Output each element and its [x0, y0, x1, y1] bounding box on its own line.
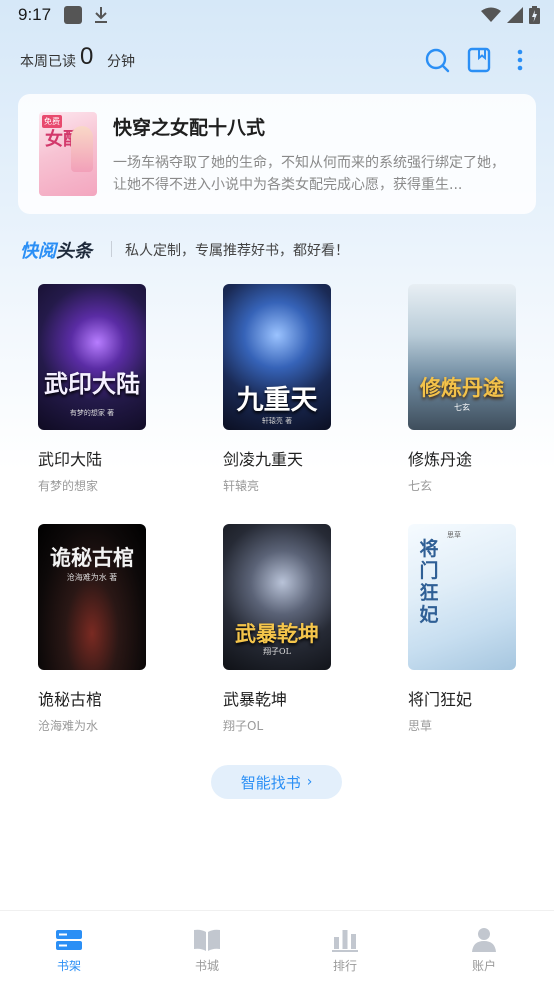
book-icon[interactable]: [466, 47, 492, 73]
user-icon: [472, 928, 496, 952]
app-square-icon: [64, 6, 82, 24]
featured-book-title: 快穿之女配十八式: [113, 117, 266, 139]
bottom-nav: 书架 书城 排行 账户: [0, 910, 554, 985]
book-author: 轩辕亮: [223, 479, 260, 493]
open-book-icon: [194, 929, 220, 951]
headline-brand-part1: 快阅: [20, 241, 56, 262]
smart-find-book-button[interactable]: 智能找书 ›: [211, 765, 342, 799]
cover-author: 七玄: [454, 403, 470, 412]
bar-chart-icon: [332, 930, 358, 952]
book-cover: 九重天 轩辕亮 著: [223, 284, 331, 430]
featured-book-cover: 免费 女配: [39, 112, 97, 196]
cover-title: 将门狂妃: [419, 538, 439, 626]
book-author: 沧海难为水: [38, 719, 99, 733]
nav-label: 书城: [194, 959, 219, 973]
book-title: 将门狂妃: [408, 690, 473, 709]
book-cover: 诡秘古棺 沧海难为水 著: [38, 524, 146, 670]
headline-bar: 快阅头条 私人定制，专属推荐好书，都好看！: [20, 236, 540, 262]
cover-author: 有梦的想家 著: [69, 409, 115, 417]
cover-illustration: [71, 126, 93, 172]
nav-bookshelf[interactable]: 书架: [0, 911, 138, 985]
book-author: 七玄: [408, 479, 433, 493]
book-title: 武印大陆: [38, 450, 103, 469]
weekly-reading-value: 0: [80, 43, 94, 70]
battery-charging-icon: [529, 6, 540, 24]
weekly-reading-unit: 分钟: [107, 54, 135, 70]
cover-author: 翔子OL: [263, 647, 291, 656]
book-cover: 修炼丹途 七玄: [408, 284, 516, 430]
chevron-right-icon: ›: [306, 774, 313, 790]
book-card[interactable]: 修炼丹途 七玄 修炼丹途 七玄: [408, 284, 554, 504]
nav-label: 排行: [332, 959, 357, 973]
more-vertical-icon[interactable]: [507, 47, 533, 73]
cover-title: 九重天: [236, 385, 318, 416]
nav-ranking[interactable]: 排行: [276, 911, 414, 985]
cover-title: 武印大陆: [44, 369, 140, 398]
headline-brand-part2: 头条: [56, 241, 92, 262]
book-author: 思草: [408, 719, 433, 733]
cover-author: 轩辕亮 著: [261, 417, 293, 425]
book-cover: 武暴乾坤 翔子OL: [223, 524, 331, 670]
featured-book-description: 一场车祸夺取了她的生命，不知从何而来的系统强行绑定了她，让她不得不进入小说中为各…: [113, 155, 505, 193]
bookshelf-icon: [56, 930, 82, 950]
nav-account[interactable]: 账户: [415, 911, 553, 985]
headline-brand: 快阅头条: [20, 237, 92, 263]
smart-find-book-label: 智能找书: [240, 773, 301, 792]
headline-divider: [111, 241, 112, 257]
featured-book-card[interactable]: 免费 女配 快穿之女配十八式 一场车祸夺取了她的生命，不知从何而来的系统强行绑定…: [18, 94, 536, 214]
wifi-icon: [481, 7, 501, 22]
book-author: 有梦的想家: [38, 479, 99, 493]
nav-label: 账户: [471, 959, 496, 973]
book-card[interactable]: 将门狂妃 思草 将门狂妃 思草: [408, 524, 554, 744]
book-card[interactable]: 武印大陆 有梦的想家 著 武印大陆 有梦的想家: [38, 284, 188, 504]
headline-text: 私人定制，专属推荐好书，都好看！: [125, 243, 349, 259]
book-title: 剑凌九重天: [223, 450, 304, 469]
cover-title: 武暴乾坤: [235, 621, 319, 646]
status-time: 9:17: [18, 5, 52, 24]
cover-title: 诡秘古棺: [50, 545, 134, 570]
nav-label: 书架: [56, 959, 81, 973]
book-author: 翔子OL: [223, 719, 264, 733]
book-title: 修炼丹途: [408, 450, 473, 469]
cover-author: 思草: [447, 531, 461, 539]
search-icon[interactable]: [424, 47, 450, 73]
book-cover: 将门狂妃 思草: [408, 524, 516, 670]
signal-icon: [507, 7, 523, 23]
book-card[interactable]: 九重天 轩辕亮 著 剑凌九重天 轩辕亮: [223, 284, 373, 504]
weekly-reading-label: 本周已读: [20, 54, 76, 70]
nav-bookstore[interactable]: 书城: [138, 911, 276, 985]
cover-title: 修炼丹途: [420, 375, 504, 400]
book-card[interactable]: 武暴乾坤 翔子OL 武暴乾坤 翔子OL: [223, 524, 373, 744]
cover-author: 沧海难为水 著: [66, 573, 118, 582]
download-icon: [95, 7, 107, 23]
book-title: 武暴乾坤: [223, 690, 288, 709]
header: 本周已读 0 分钟: [0, 40, 554, 80]
book-cover: 武印大陆 有梦的想家 著: [38, 284, 146, 430]
cover-free-tag: 免费: [42, 115, 62, 128]
book-card[interactable]: 诡秘古棺 沧海难为水 著 诡秘古棺 沧海难为水: [38, 524, 188, 744]
book-title: 诡秘古棺: [38, 690, 103, 709]
status-bar: 9:17: [0, 0, 554, 32]
